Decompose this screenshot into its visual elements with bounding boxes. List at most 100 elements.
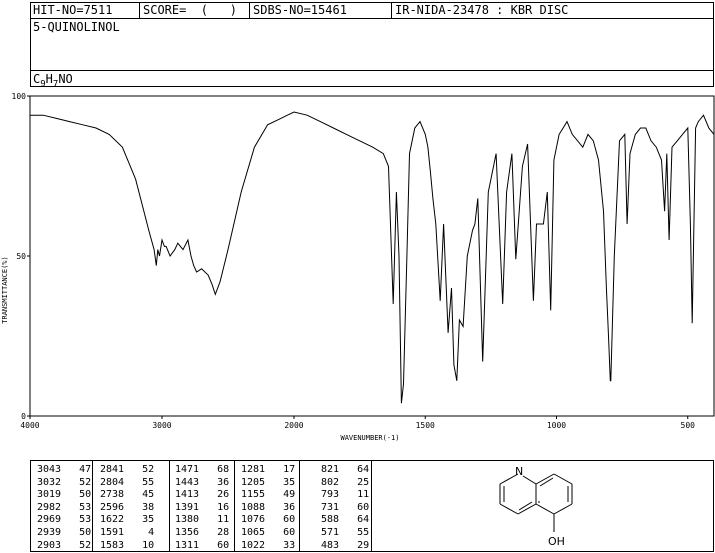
peak-row: 2596 38	[100, 502, 154, 515]
peak-column-divider	[371, 461, 372, 551]
peak-transmittance: 60	[205, 539, 230, 551]
peak-row: 1022 33	[241, 540, 295, 553]
peak-row: 1443 36	[175, 477, 229, 490]
peak-row: 1155 49	[241, 489, 295, 502]
peak-transmittance: 55	[345, 526, 370, 538]
peak-wavenumber: 3019	[37, 489, 62, 501]
peak-wavenumber: 3032	[37, 476, 62, 488]
peak-transmittance: 53	[67, 501, 92, 513]
peak-transmittance: 55	[130, 476, 155, 488]
peak-column: 821 64 802 25 793 11 731 60 588 64 571 55 483 …	[321, 464, 369, 552]
peak-transmittance: 28	[205, 526, 230, 538]
peak-wavenumber: 1088	[241, 501, 266, 513]
peak-transmittance: 64	[345, 464, 370, 475]
peak-transmittance: 38	[130, 501, 155, 513]
peak-column-divider	[299, 461, 300, 551]
peak-wavenumber: 1281	[241, 464, 266, 475]
peak-row: 1413 26	[175, 489, 229, 502]
peak-transmittance: 35	[271, 476, 296, 488]
peak-row: 802 25	[321, 477, 369, 490]
peak-row: 1205 35	[241, 477, 295, 490]
peak-row: 3019 50	[37, 489, 91, 502]
peak-transmittance: 33	[271, 539, 296, 551]
peak-wavenumber: 2804	[100, 476, 125, 488]
peak-transmittance: 68	[205, 464, 230, 475]
x-tick-label: 1000	[547, 421, 566, 430]
peak-wavenumber: 483	[321, 539, 340, 551]
peak-transmittance: 4	[130, 526, 155, 538]
peak-row: 2969 53	[37, 514, 91, 527]
peak-row: 2804 55	[100, 477, 154, 490]
peak-wavenumber: 1205	[241, 476, 266, 488]
peak-transmittance: 52	[130, 464, 155, 475]
peak-transmittance: 17	[271, 464, 296, 475]
peak-row: 2841 52	[100, 464, 154, 477]
peak-transmittance: 35	[130, 514, 155, 526]
peak-wavenumber: 571	[321, 526, 340, 538]
x-tick-label: 3000	[152, 421, 171, 430]
peak-wavenumber: 1076	[241, 514, 266, 526]
x-tick-label: 4000	[20, 421, 39, 430]
peak-column-divider	[169, 461, 170, 551]
peak-wavenumber: 1380	[175, 514, 200, 526]
peak-transmittance: 60	[271, 526, 296, 538]
peak-row: 2738 45	[100, 489, 154, 502]
peak-wavenumber: 821	[321, 464, 340, 475]
peak-table: 3043 47 3032 52 3019 50 2982 53 2969 53 2939 …	[30, 460, 714, 552]
peak-wavenumber: 793	[321, 489, 340, 501]
peak-row: 731 60	[321, 502, 369, 515]
peak-transmittance: 52	[67, 539, 92, 551]
peak-wavenumber: 1311	[175, 539, 200, 551]
peak-column: 1471 68 1443 36 1413 26 1391 16 1380 11 1356 …	[175, 464, 229, 552]
peak-wavenumber: 2939	[37, 526, 62, 538]
peak-row: 1311 60	[175, 540, 229, 553]
peak-wavenumber: 1022	[241, 539, 266, 551]
peak-transmittance: 36	[271, 501, 296, 513]
y-tick-label: 0	[21, 412, 26, 421]
peak-wavenumber: 2969	[37, 514, 62, 526]
sdbs-no: SDBS-NO=15461	[253, 3, 347, 17]
peak-wavenumber: 588	[321, 514, 340, 526]
atom-oh: OH	[548, 535, 565, 548]
peak-row: 483 29	[321, 540, 369, 553]
peak-transmittance: 49	[271, 489, 296, 501]
peak-row: 2903 52	[37, 540, 91, 553]
compound-name: 5-QUINOLINOL	[33, 20, 120, 34]
peak-row: 588 64	[321, 514, 369, 527]
peak-transmittance: 53	[67, 514, 92, 526]
peak-row: 1583 10	[100, 540, 154, 553]
peak-wavenumber: 1391	[175, 501, 200, 513]
peak-wavenumber: 3043	[37, 464, 62, 475]
peak-wavenumber: 1065	[241, 526, 266, 538]
peak-wavenumber: 2738	[100, 489, 125, 501]
peak-row: 1065 60	[241, 527, 295, 540]
peak-wavenumber: 2841	[100, 464, 125, 475]
atom-n: N	[515, 465, 523, 478]
peak-row: 1088 36	[241, 502, 295, 515]
peak-row: 1591 4	[100, 527, 154, 540]
peak-wavenumber: 1413	[175, 489, 200, 501]
x-axis-label: WAVENUMBER(-1)	[340, 434, 399, 442]
x-tick-label: 2000	[284, 421, 303, 430]
peak-row: 3043 47	[37, 464, 91, 477]
peak-row: 1281 17	[241, 464, 295, 477]
peak-wavenumber: 1622	[100, 514, 125, 526]
peak-transmittance: 10	[130, 539, 155, 551]
peak-transmittance: 64	[345, 514, 370, 526]
peak-row: 3032 52	[37, 477, 91, 490]
peak-transmittance: 16	[205, 501, 230, 513]
peak-transmittance: 25	[345, 476, 370, 488]
peak-column-divider	[234, 461, 235, 551]
score: SCORE= ( )	[143, 3, 237, 17]
peak-row: 821 64	[321, 464, 369, 477]
peak-wavenumber: 802	[321, 476, 340, 488]
header-panel: HIT-NO=7511 SCORE= ( ) SDBS-NO=15461 IR-…	[30, 2, 714, 89]
y-tick-label: 50	[16, 252, 26, 261]
y-tick-label: 100	[12, 92, 27, 101]
peak-wavenumber: 2982	[37, 501, 62, 513]
y-axis: 0 50 100	[12, 92, 30, 421]
peak-row: 571 55	[321, 527, 369, 540]
peak-wavenumber: 731	[321, 501, 340, 513]
peak-row: 1380 11	[175, 514, 229, 527]
x-axis: 4000 3000 2000 1500 1000 500	[20, 416, 695, 430]
